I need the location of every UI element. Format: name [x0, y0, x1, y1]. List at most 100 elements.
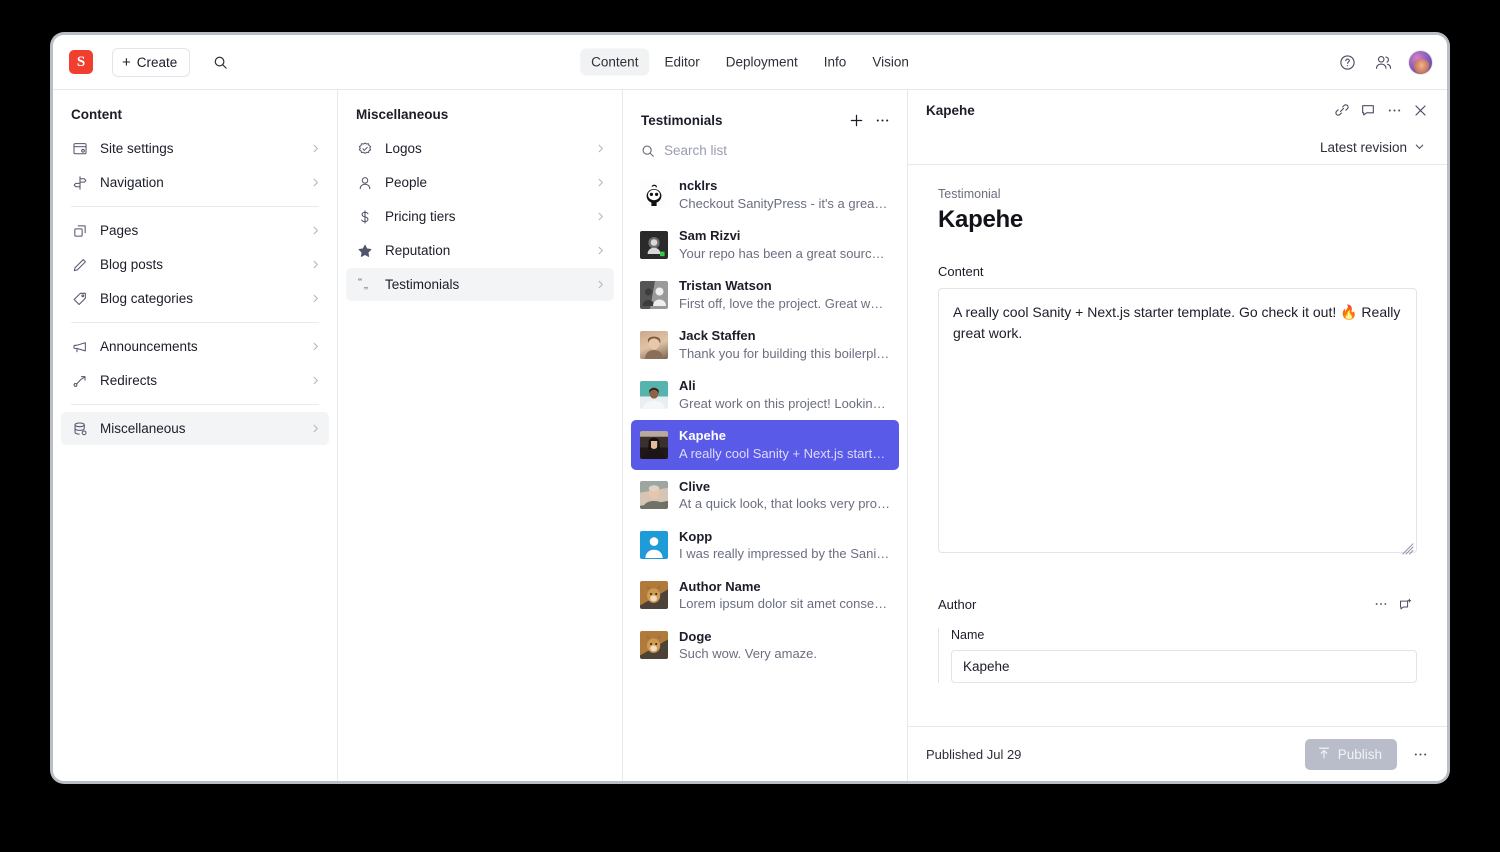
tab-vision[interactable]: Vision [861, 49, 920, 76]
list-item-subtitle: Thank you for building this boilerpl… [679, 345, 890, 361]
sidebar-item-announcements[interactable]: Announcements [61, 330, 329, 363]
author-name-input[interactable] [951, 650, 1417, 683]
sidebar-item-testimonials[interactable]: “„ Testimonials [346, 268, 614, 301]
megaphone-icon [71, 338, 88, 355]
tab-label: Vision [872, 54, 909, 70]
sidebar-item-miscellaneous[interactable]: Miscellaneous [61, 412, 329, 445]
publish-button-label: Publish [1337, 746, 1382, 762]
doge-avatar [640, 631, 668, 660]
document-footer: Published Jul 29 Publish [908, 726, 1447, 781]
plus-icon[interactable] [843, 107, 869, 133]
sidebar-item-people[interactable]: People [346, 166, 614, 199]
user-avatar[interactable] [1408, 49, 1433, 75]
list-item-subtitle: Your repo has been a great source … [679, 245, 890, 261]
database-icon [71, 420, 88, 437]
sidebar-item-label: People [385, 175, 428, 190]
nav-divider [71, 322, 319, 323]
tab-label: Deployment [725, 54, 798, 70]
sidebar-item-pages[interactable]: Pages [61, 214, 329, 247]
sidebar-item-label: Pages [100, 223, 139, 238]
sidebar-item-site-settings[interactable]: Site settings [61, 132, 329, 165]
list-item[interactable]: Author Name Lorem ipsum dolor sit amet co… [631, 571, 899, 620]
close-icon[interactable] [1407, 97, 1433, 123]
main-nav-tabs: Content Editor Deployment Info Vision [580, 48, 920, 76]
chevron-right-icon [595, 143, 606, 154]
revision-selector[interactable]: Latest revision [1312, 136, 1433, 159]
panes-container: Content Site settings Navigation Pages Blog… [53, 90, 1447, 781]
tab-editor[interactable]: Editor [653, 49, 710, 76]
list-item[interactable]: Doge Such wow. Very amaze. [631, 621, 899, 670]
sidebar-item-redirects[interactable]: Redirects [61, 364, 329, 397]
presence-people-icon[interactable] [1372, 51, 1394, 73]
link-icon[interactable] [1329, 97, 1355, 123]
clive-avatar [640, 481, 668, 510]
create-button[interactable]: + Create [112, 47, 191, 77]
list-item[interactable]: Sam Rizvi Your repo has been a great sour… [631, 220, 899, 269]
tab-content[interactable]: Content [580, 48, 650, 76]
ncklrs-avatar [640, 180, 668, 209]
content-field: Content [938, 264, 1417, 558]
chevron-down-icon [1414, 140, 1425, 155]
sidebar-item-label: Reputation [385, 243, 451, 258]
list-item-subtitle: I was really impressed by the Sanit… [679, 546, 890, 562]
list-item[interactable]: Clive At a quick look, that looks very pr… [631, 471, 899, 520]
list-pane-header: Testimonials [623, 90, 907, 141]
tab-info[interactable]: Info [813, 49, 858, 76]
content-pane-title: Content [71, 107, 122, 122]
miscellaneous-pane-title: Miscellaneous [356, 107, 449, 122]
search-icon[interactable] [207, 49, 233, 75]
topbar-right-actions [1336, 49, 1433, 75]
tag-icon [71, 290, 88, 307]
list-item-title: Sam Rizvi [679, 228, 741, 244]
list-item[interactable]: ncklrs Checkout SanityPress - it's a grea… [631, 170, 899, 219]
sidebar-item-blog-posts[interactable]: Blog posts [61, 248, 329, 281]
sidebar-item-reputation[interactable]: Reputation [346, 234, 614, 267]
chevron-right-icon [310, 293, 321, 304]
sidebar-item-navigation[interactable]: Navigation [61, 166, 329, 199]
list-item-title: Author Name [679, 578, 761, 594]
logo-letter: S [76, 53, 86, 70]
browser-window-frame: S + Create Content Editor Deployment Info Vi… [50, 32, 1450, 784]
document-header-row: Kapehe [926, 90, 1433, 130]
list-item[interactable]: Kopp I was really impressed by the Sanit… [631, 521, 899, 570]
content-textarea[interactable] [938, 288, 1417, 553]
sidebar-item-label: Blog categories [100, 291, 194, 306]
ellipsis-icon[interactable] [869, 107, 895, 133]
sidebar-item-blog-categories[interactable]: Blog categories [61, 282, 329, 315]
chevron-right-icon [595, 245, 606, 256]
list-item[interactable]: Tristan Watson First off, love the projec… [631, 270, 899, 319]
list-item-title: Ali [679, 378, 696, 394]
sidebar-item-label: Announcements [100, 339, 198, 354]
list-item[interactable]: Jack Staffen Thank you for building this … [631, 320, 899, 369]
dollar-icon [356, 208, 373, 225]
search-input[interactable] [664, 143, 893, 158]
top-navigation-bar: S + Create Content Editor Deployment Info Vi… [53, 35, 1447, 90]
list-item-subtitle: Lorem ipsum dolor sit amet consec… [679, 596, 890, 612]
list-item[interactable]: Kapehe A really cool Sanity + Next.js sta… [631, 420, 899, 470]
document-pane: Kapehe Latest revision Testimonial Kapeh… [908, 90, 1447, 781]
sanity-logo[interactable]: S [69, 50, 93, 74]
ellipsis-icon[interactable] [1407, 741, 1433, 767]
add-comment-icon[interactable] [1393, 592, 1417, 616]
miscellaneous-pane: Miscellaneous Logos People Pricing tiers Re… [338, 90, 622, 781]
list-item-subtitle: At a quick look, that looks very pro… [679, 496, 890, 512]
sidebar-item-logos[interactable]: Logos [346, 132, 614, 165]
sidebar-item-label: Navigation [100, 175, 164, 190]
list-item[interactable]: Ali Great work on this project! Looking… [631, 370, 899, 419]
comment-icon[interactable] [1355, 97, 1381, 123]
author-field-label: Author [938, 596, 977, 612]
ellipsis-icon[interactable] [1369, 592, 1393, 616]
publish-button[interactable]: Publish [1304, 738, 1397, 770]
search-icon [641, 144, 655, 158]
list-item-title: Kapehe [679, 428, 726, 444]
document-body: Testimonial Kapehe Content A really cool… [908, 165, 1447, 726]
tab-label: Info [823, 54, 847, 70]
sidebar-item-pricing-tiers[interactable]: Pricing tiers [346, 200, 614, 233]
testimonials-list[interactable]: ncklrs Checkout SanityPress - it's a grea… [623, 166, 907, 781]
kapehe-avatar [640, 431, 668, 460]
create-button-label: Create [136, 54, 178, 70]
ellipsis-icon[interactable] [1381, 97, 1407, 123]
help-circle-icon[interactable] [1336, 51, 1358, 73]
list-item-subtitle: Such wow. Very amaze. [679, 646, 818, 662]
tab-deployment[interactable]: Deployment [715, 49, 809, 76]
